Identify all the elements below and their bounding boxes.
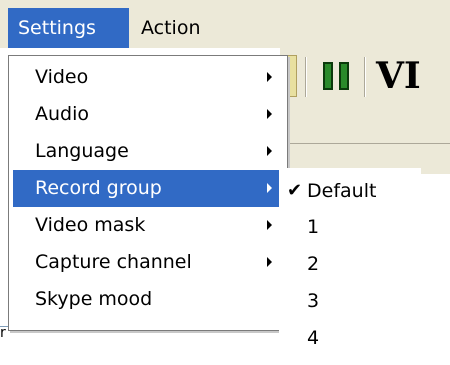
- toolbar-divider: [305, 57, 307, 97]
- menu-item-record-group[interactable]: Record group: [13, 170, 281, 207]
- toolbar-brand-text: VI: [376, 55, 421, 97]
- status-text-fragment: r: [0, 325, 6, 341]
- submenu-item-4[interactable]: 4: [279, 320, 421, 356]
- menu-item-capture-channel[interactable]: Capture channel: [13, 244, 281, 281]
- menu-item-video-mask[interactable]: Video mask: [13, 207, 281, 244]
- menu-item-audio[interactable]: Audio: [13, 96, 281, 133]
- submenu-arrow-icon: [267, 72, 272, 82]
- menu-item-label: Record group: [35, 177, 162, 199]
- submenu-arrow-icon: [267, 109, 272, 119]
- submenu-item-2[interactable]: 2: [279, 246, 421, 282]
- submenu-item-label: 3: [307, 290, 320, 312]
- checkmark-icon: ✔: [287, 180, 303, 201]
- submenu-arrow-icon: [267, 146, 272, 156]
- menu-bar: Settings Action: [0, 0, 450, 48]
- pause-icon[interactable]: [323, 62, 351, 90]
- submenu-item-1[interactable]: 1: [279, 209, 421, 245]
- submenu-arrow-icon: [267, 257, 272, 267]
- record-group-submenu: ✔ Default 1 2 3 4: [279, 168, 421, 365]
- submenu-arrow-icon: [267, 220, 272, 230]
- submenu-item-label: 4: [307, 327, 320, 349]
- submenu-item-label: 2: [307, 253, 320, 275]
- submenu-item-label: Default: [307, 180, 377, 202]
- menu-item-label: Language: [35, 140, 129, 162]
- settings-dropdown-menu: Video Audio Language Record group Video …: [8, 55, 288, 331]
- toolbar-divider: [364, 57, 366, 97]
- menu-item-label: Video: [35, 66, 89, 88]
- menu-item-label: Audio: [35, 103, 90, 125]
- menu-settings[interactable]: Settings: [8, 8, 129, 48]
- submenu-arrow-icon: [267, 183, 272, 193]
- menu-item-label: Video mask: [35, 214, 146, 236]
- menu-item-language[interactable]: Language: [13, 133, 281, 170]
- menu-item-skype-mood[interactable]: Skype mood: [13, 281, 281, 318]
- submenu-item-3[interactable]: 3: [279, 283, 421, 319]
- app-window: VI r Settings Action Video Audio Languag…: [0, 0, 450, 365]
- menu-item-video[interactable]: Video: [13, 59, 281, 96]
- menu-action[interactable]: Action: [131, 8, 221, 48]
- menu-item-label: Skype mood: [35, 288, 153, 310]
- menu-item-label: Capture channel: [35, 251, 192, 273]
- submenu-item-label: 1: [307, 216, 320, 238]
- submenu-item-default[interactable]: ✔ Default: [279, 173, 421, 209]
